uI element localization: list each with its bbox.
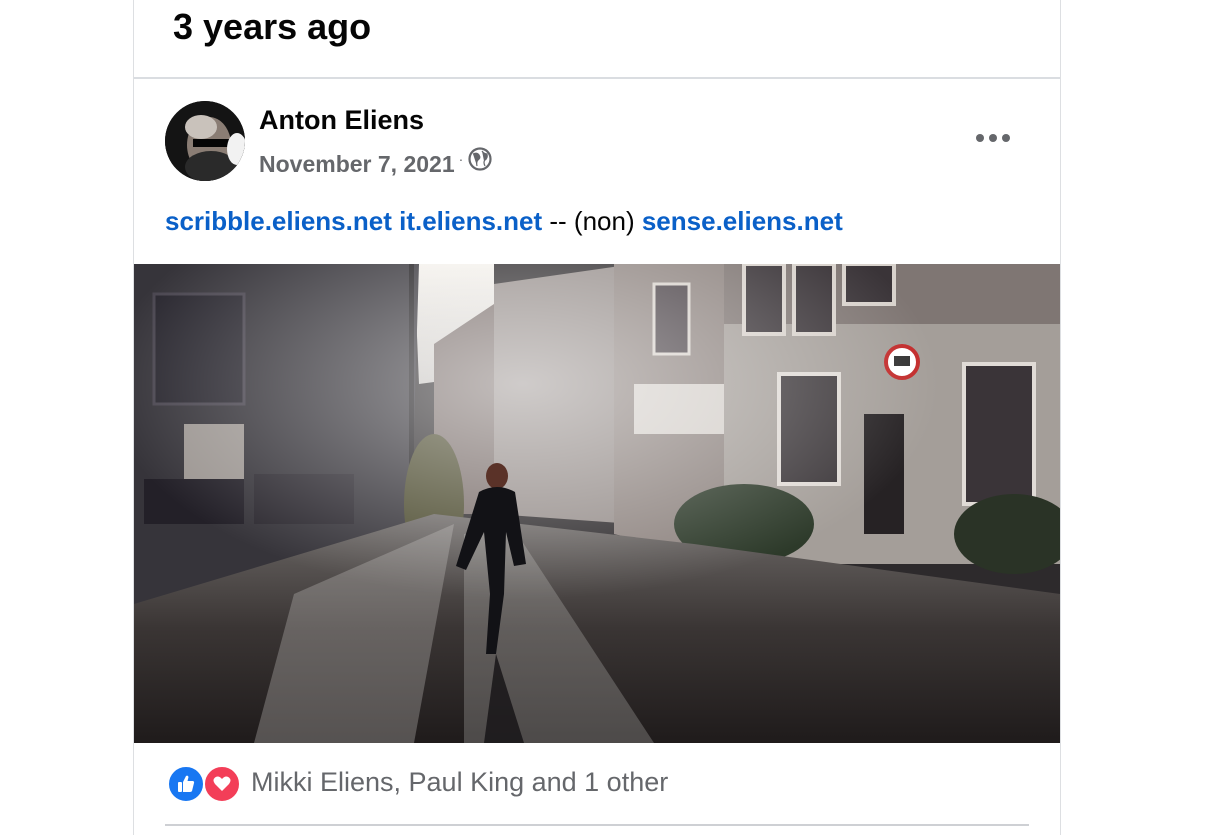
avatar[interactable] (165, 101, 245, 181)
street-scene-image (134, 264, 1060, 743)
post-date[interactable]: November 7, 2021 (259, 151, 455, 178)
author-name[interactable]: Anton Eliens (259, 104, 424, 136)
meta-separator: · (458, 151, 464, 167)
post-text-separator: -- (non) (542, 206, 642, 236)
memory-card: 3 years ago Anton Eliens November 7, 202… (133, 0, 1061, 835)
post-text: scribble.eliens.net it.eliens.net -- (no… (165, 203, 843, 239)
reaction-names[interactable]: Mikki Eliens, Paul King and 1 other (251, 767, 668, 798)
link-scribble[interactable]: scribble.eliens.net (165, 206, 392, 236)
footer-divider (165, 824, 1029, 826)
globe-icon[interactable] (467, 146, 493, 172)
more-dots-icon (976, 134, 984, 142)
link-it[interactable]: it.eliens.net (399, 206, 542, 236)
reaction-icons (167, 763, 243, 803)
post-meta: November 7, 2021 · (259, 146, 493, 182)
memory-header: 3 years ago (173, 6, 372, 47)
reactions-summary[interactable]: Mikki Eliens, Paul King and 1 other (167, 762, 668, 803)
avatar-image (165, 101, 245, 181)
post-photo[interactable] (134, 264, 1060, 743)
love-icon (203, 765, 241, 803)
header-divider (134, 77, 1060, 79)
link-sense[interactable]: sense.eliens.net (642, 206, 843, 236)
more-options-button[interactable] (976, 126, 1010, 150)
like-icon (167, 765, 205, 803)
